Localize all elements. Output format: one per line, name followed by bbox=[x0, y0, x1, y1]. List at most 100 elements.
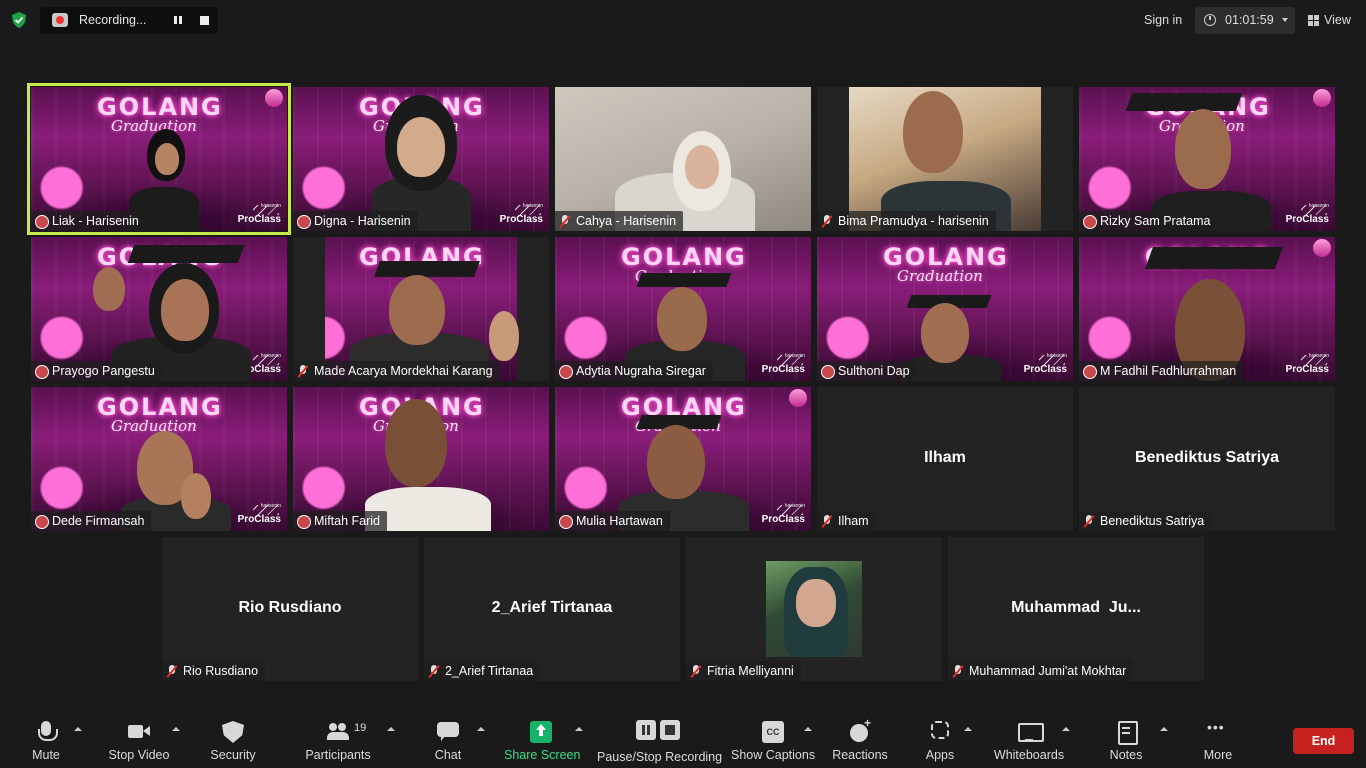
background-brand: harisenin ProClass bbox=[762, 503, 805, 527]
participant-name-tag: Ilham bbox=[817, 511, 876, 531]
video-camera-icon bbox=[128, 721, 150, 743]
security-button[interactable]: Security bbox=[204, 711, 262, 768]
captions-options-chevron-icon[interactable] bbox=[804, 727, 812, 731]
video-tile[interactable]: GOLANG Graduation hariseninProClass Dign… bbox=[293, 87, 549, 231]
participant-name: Sulthoni Dap bbox=[838, 364, 910, 378]
participant-face bbox=[389, 275, 445, 345]
graduation-cap bbox=[127, 245, 245, 263]
participant-name-tag: Mulia Hartawan bbox=[555, 511, 670, 531]
whiteboard-icon bbox=[1018, 721, 1044, 743]
participant-display-name: 2_Arief Tirtanaa bbox=[491, 599, 613, 616]
background-sun bbox=[1313, 89, 1331, 107]
video-tile[interactable]: Benediktus Satriya Benediktus Satriya bbox=[1079, 387, 1335, 531]
participant-name: 2_Arief Tirtanaa bbox=[445, 664, 534, 678]
participant-name: M Fadhil Fadhlurrahman bbox=[1100, 364, 1237, 378]
mute-button[interactable]: Mute bbox=[22, 711, 70, 768]
participant-display-name: Rio Rusdiano bbox=[238, 599, 342, 616]
video-tile[interactable]: GOLANG Graduation harisenin ProClass Sult… bbox=[817, 237, 1073, 381]
stop-recording-icon[interactable] bbox=[200, 16, 209, 25]
participant-face bbox=[657, 287, 707, 351]
notes-button[interactable]: Notes bbox=[1106, 711, 1146, 768]
participants-options-chevron-icon[interactable] bbox=[387, 727, 395, 731]
more-button[interactable]: More bbox=[1198, 711, 1238, 768]
background-brand: harisenin ProClass bbox=[1024, 353, 1067, 377]
participant-name: Rizky Sam Pratama bbox=[1100, 214, 1211, 228]
video-tile[interactable]: GOLANG Graduation harisenin ProClass Dede… bbox=[31, 387, 287, 531]
video-tile[interactable]: GOLANG Graduation hariseninProClass Muli… bbox=[555, 387, 811, 531]
apps-button[interactable]: Apps bbox=[920, 711, 960, 768]
video-tile[interactable]: GOLANG hariseninProClass M Fadhil Fadhlu… bbox=[1079, 237, 1335, 381]
video-tile[interactable]: GOLANG Graduation harisenin ProClass Liak… bbox=[27, 83, 291, 235]
reactions-button[interactable]: Reactions bbox=[832, 711, 888, 768]
mic-muted-icon bbox=[821, 514, 833, 528]
mic-icon bbox=[35, 214, 49, 229]
participant-name: Miftah Farid bbox=[314, 514, 380, 528]
video-tile[interactable]: Cahya - Harisenin bbox=[555, 87, 811, 231]
video-tile[interactable]: GOLANG hariseninProClass Prayogo Pangest… bbox=[31, 237, 287, 381]
view-button[interactable]: View bbox=[1302, 7, 1358, 34]
share-options-chevron-icon[interactable] bbox=[575, 727, 583, 731]
participant-name-tag: 2_Arief Tirtanaa bbox=[424, 661, 541, 681]
closed-captions-icon: CC bbox=[762, 721, 784, 743]
encryption-shield-icon[interactable] bbox=[10, 11, 28, 29]
participant-name-tag: Digna - Harisenin bbox=[293, 211, 418, 231]
audio-options-chevron-icon[interactable] bbox=[74, 727, 82, 731]
microphone-icon bbox=[35, 721, 58, 743]
grid-icon bbox=[1308, 15, 1319, 26]
whiteboards-options-chevron-icon[interactable] bbox=[1062, 727, 1070, 731]
stop-video-button[interactable]: Stop Video bbox=[104, 711, 174, 768]
brand-small: harisenin bbox=[260, 503, 281, 509]
participant-name: Mulia Hartawan bbox=[576, 514, 663, 528]
video-tile[interactable]: Rio Rusdiano Rio Rusdiano bbox=[162, 537, 418, 681]
background-logo-subtitle: Graduation bbox=[111, 417, 197, 435]
participant-name: Prayogo Pangestu bbox=[52, 364, 155, 378]
meeting-timer[interactable]: 01:01:59 bbox=[1195, 7, 1295, 34]
brand-big: ProClass bbox=[237, 214, 281, 225]
more-ellipsis-icon bbox=[1207, 719, 1229, 743]
profile-face bbox=[796, 579, 836, 627]
video-tile[interactable]: Bima Pramudya - harisenin bbox=[817, 87, 1073, 231]
video-options-chevron-icon[interactable] bbox=[172, 727, 180, 731]
participant-name-tag: Sulthoni Dap bbox=[817, 361, 917, 381]
chat-button[interactable]: Chat bbox=[428, 711, 468, 768]
meeting-controls: Mute Stop Video Security 19 Participants… bbox=[0, 711, 1366, 768]
more-label: More bbox=[1203, 748, 1233, 762]
video-tile[interactable]: Ilham Ilham bbox=[817, 387, 1073, 531]
participant-name-tag: Fitria Melliyanni bbox=[686, 661, 801, 681]
video-tile[interactable]: Muhammad Ju... Muhammad Jumi'at Mokhtar bbox=[948, 537, 1204, 681]
brand-small: harisenin bbox=[784, 503, 805, 509]
mic-muted-icon bbox=[1083, 514, 1095, 528]
video-tile[interactable]: GOLANG Made Acarya Mordekhai Karang bbox=[293, 237, 549, 381]
show-captions-button[interactable]: CC Show Captions bbox=[731, 711, 815, 768]
participants-button[interactable]: 19 Participants bbox=[302, 711, 374, 768]
share-screen-button[interactable]: Share Screen bbox=[504, 711, 580, 768]
mic-icon bbox=[821, 364, 835, 379]
chat-options-chevron-icon[interactable] bbox=[477, 727, 485, 731]
participant-face bbox=[161, 279, 209, 341]
mic-icon bbox=[35, 514, 49, 529]
video-tile[interactable]: Fitria Melliyanni bbox=[686, 537, 942, 681]
participant-face bbox=[397, 117, 445, 177]
mic-muted-icon bbox=[297, 364, 309, 378]
graduation-cap bbox=[1125, 93, 1243, 111]
video-tile[interactable]: GOLANG Graduation hariseninProClass Adyt… bbox=[555, 237, 811, 381]
video-tile[interactable]: GOLANG Graduation Miftah Farid bbox=[293, 387, 549, 531]
participant-name: Benediktus Satriya bbox=[1100, 514, 1205, 528]
mic-icon bbox=[297, 514, 311, 529]
pause-stop-recording-icon bbox=[636, 720, 680, 742]
recording-indicator: Recording... bbox=[40, 7, 218, 34]
sign-in-button[interactable]: Sign in bbox=[1136, 8, 1190, 32]
end-meeting-button[interactable]: End bbox=[1293, 728, 1354, 754]
video-tile[interactable]: 2_Arief Tirtanaa 2_Arief Tirtanaa bbox=[424, 537, 680, 681]
notes-label: Notes bbox=[1109, 748, 1143, 762]
reactions-label: Reactions bbox=[832, 748, 888, 762]
add-reaction-icon bbox=[849, 716, 871, 743]
whiteboards-button[interactable]: Whiteboards bbox=[992, 711, 1066, 768]
notes-options-chevron-icon[interactable] bbox=[1160, 727, 1168, 731]
video-tile[interactable]: GOLANG Graduation hariseninProClass Rizk… bbox=[1079, 87, 1335, 231]
apps-options-chevron-icon[interactable] bbox=[964, 727, 972, 731]
brand-big: ProClass bbox=[499, 214, 543, 225]
pause-recording-icon[interactable] bbox=[172, 14, 184, 27]
pause-stop-recording-button[interactable]: Pause/Stop Recording bbox=[597, 711, 722, 768]
participant-name: Dede Firmansah bbox=[52, 514, 145, 528]
